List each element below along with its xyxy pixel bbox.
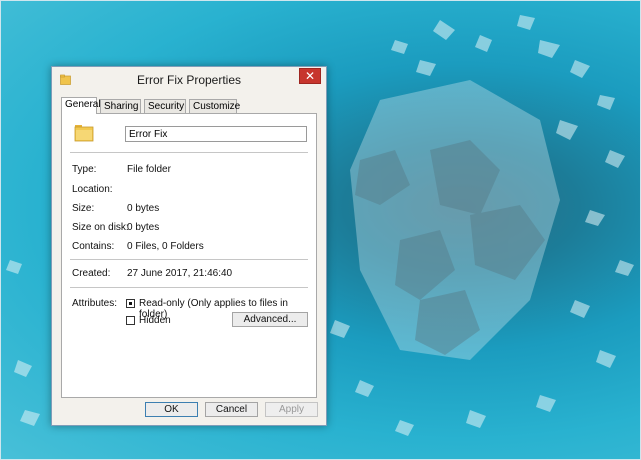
ok-button[interactable]: OK [145, 402, 198, 417]
advanced-button[interactable]: Advanced... [232, 312, 308, 327]
tab-sharing-label: Sharing [104, 101, 139, 112]
size-value: 0 bytes [127, 203, 160, 214]
type-value: File folder [127, 164, 171, 175]
divider [70, 287, 308, 288]
readonly-checkbox[interactable] [126, 299, 135, 308]
contains-value: 0 Files, 0 Folders [127, 241, 204, 252]
tab-security-label: Security [148, 101, 185, 112]
tab-customize-label: Customize [193, 101, 241, 112]
size-on-disk-label: Size on disk: [72, 222, 129, 233]
window-title: Error Fix Properties [136, 73, 242, 87]
created-label: Created: [72, 268, 111, 279]
created-value: 27 June 2017, 21:46:40 [127, 268, 233, 279]
tab-customize[interactable]: Customize [189, 99, 241, 113]
tab-sharing[interactable]: Sharing [100, 99, 141, 113]
tab-general-label: General [65, 99, 101, 110]
indeterminate-mark [129, 302, 132, 305]
general-tab-panel: Type: File folder Location: Size: 0 byte… [61, 113, 317, 398]
type-label: Type: [72, 164, 97, 175]
title-bar[interactable]: Error Fix Properties ✕ [52, 67, 326, 93]
close-button[interactable]: ✕ [299, 68, 321, 84]
divider [70, 259, 308, 260]
properties-dialog: Error Fix Properties ✕ General Sharing S… [51, 66, 327, 426]
tab-general[interactable]: General [61, 97, 101, 114]
tab-security[interactable]: Security [144, 99, 186, 113]
hidden-label: Hidden [139, 315, 171, 326]
folder-name-input[interactable] [125, 126, 307, 142]
close-icon: ✕ [304, 69, 316, 83]
hidden-checkbox[interactable] [126, 316, 135, 325]
attributes-label: Attributes: [72, 298, 118, 309]
folder-icon [74, 125, 94, 142]
size-label: Size: [72, 203, 95, 214]
contains-label: Contains: [72, 241, 115, 252]
folder-icon [60, 74, 71, 85]
cancel-button[interactable]: Cancel [205, 402, 258, 417]
divider [70, 152, 308, 153]
apply-button[interactable]: Apply [265, 402, 318, 417]
size-on-disk-value: 0 bytes [127, 222, 160, 233]
location-label: Location: [72, 184, 113, 195]
